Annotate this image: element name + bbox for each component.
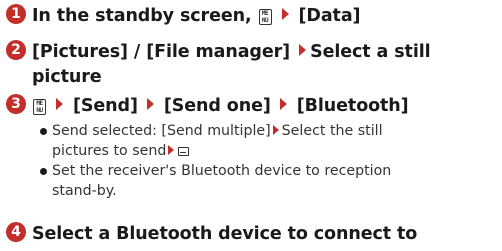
arrow-icon: [279, 98, 287, 110]
step-3: 3 ME NU [Send] [Send one] [Bluetooth] Sen…: [6, 94, 498, 201]
step-number-3: 3: [6, 94, 26, 114]
arrow-icon: [272, 125, 279, 135]
step-4-text: Select a Bluetooth device to connect to: [32, 224, 418, 244]
mail-key-icon: [178, 147, 190, 156]
step-3-text: ME NU [Send] [Send one] [Bluetooth]: [32, 94, 498, 119]
step-number-1: 1: [6, 4, 26, 24]
arrow-icon: [146, 98, 154, 110]
step-number-4: 4: [6, 222, 26, 242]
note-2-part-a: Set the receiver's Bluetooth device to r…: [52, 163, 392, 179]
step-1-text: In the standby screen, ME NU [Data]: [32, 4, 498, 29]
step-2-menu-path: [Pictures] / [File manager]: [32, 42, 291, 62]
bullet-icon: [40, 168, 47, 175]
step-1-data: [Data]: [298, 6, 361, 26]
arrow-icon: [168, 145, 175, 155]
menu-key-icon: ME NU: [33, 99, 46, 115]
note-2-part-b: stand-by.: [52, 183, 117, 199]
step-2-text: [Pictures] / [File manager] Select a sti…: [32, 40, 498, 65]
step-2-text-line-2: picture: [32, 67, 102, 87]
step-4: 4 Select a Bluetooth device to connect t…: [6, 222, 498, 247]
bullet-icon: [40, 128, 47, 135]
step-1-intro: In the standby screen,: [32, 6, 252, 26]
note-1-part-a: Send selected: [Send multiple]: [52, 123, 271, 139]
step-3-notes: Send selected: [Send multiple] Select the…: [40, 121, 498, 201]
menu-key-icon: ME NU: [258, 9, 272, 25]
step-3-send: [Send]: [73, 96, 138, 116]
step-2: 2 [Pictures] / [File manager] Select a s…: [6, 40, 498, 90]
step-3-bluetooth: [Bluetooth]: [296, 96, 409, 116]
note-item: Set the receiver's Bluetooth device to r…: [40, 161, 498, 201]
arrow-icon: [56, 98, 63, 110]
step-1: 1 In the standby screen, ME NU [Data]: [6, 4, 498, 29]
arrow-icon: [281, 8, 289, 20]
note-1-part-b: Select the still: [281, 123, 383, 139]
step-2-action: Select a still: [310, 42, 431, 62]
note-1-part-c: pictures to send: [52, 143, 167, 159]
step-number-2: 2: [6, 40, 26, 60]
note-item: Send selected: [Send multiple] Select the…: [40, 121, 498, 161]
step-3-send-one: [Send one]: [163, 96, 271, 116]
arrow-icon: [299, 44, 307, 56]
